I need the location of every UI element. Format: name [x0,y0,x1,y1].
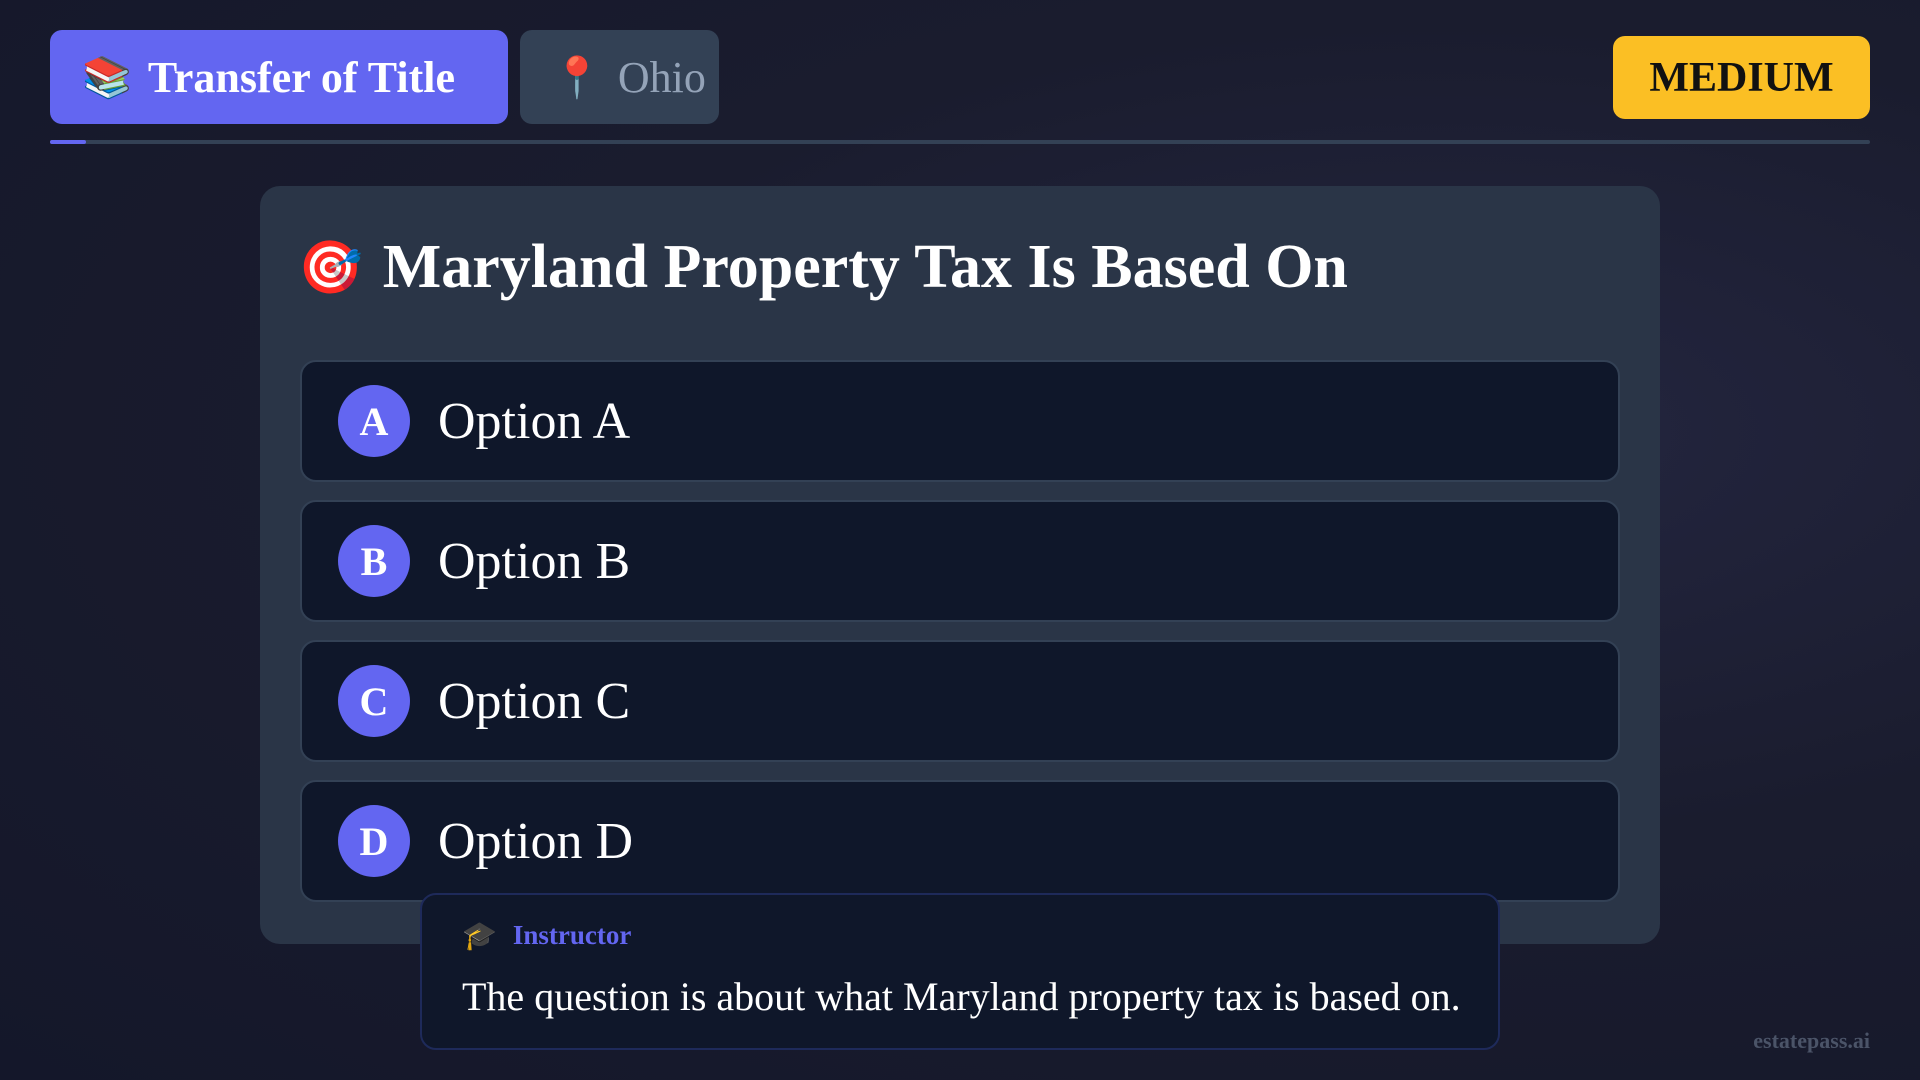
option-letter-badge: C [338,665,410,737]
option-text: Option B [438,532,631,590]
instructor-panel: 🎓 Instructor The question is about what … [420,893,1500,1050]
graduation-cap-icon: 🎓 [462,919,497,952]
state-tag: 📍 Ohio [520,30,719,124]
difficulty-badge: MEDIUM [1613,36,1870,119]
state-label: Ohio [617,52,706,102]
option-text: Option D [438,812,633,870]
option-letter-badge: D [338,805,410,877]
option-d[interactable]: D Option D [300,780,1620,902]
option-text: Option C [438,672,631,730]
watermark: estatepass.ai [1753,1028,1870,1053]
option-letter-badge: B [338,525,410,597]
topic-label: Transfer of Title [147,52,455,102]
instructor-role: Instructor [512,920,632,950]
instructor-header: 🎓 Instructor [462,919,631,952]
instructor-message: The question is about what Maryland prop… [462,974,1461,1019]
topic-tag: 📚 Transfer of Title [50,30,508,124]
option-text: Option A [438,392,631,450]
progress-bar [50,140,1870,144]
question-card: 🎯 Maryland Property Tax Is Based On A Op… [260,186,1660,944]
books-icon: 📚 [82,54,132,101]
option-letter-badge: A [338,385,410,457]
pin-icon: 📍 [552,54,602,101]
option-c[interactable]: C Option C [300,640,1620,762]
option-a[interactable]: A Option A [300,360,1620,482]
option-b[interactable]: B Option B [300,500,1620,622]
question-title: 🎯 Maryland Property Tax Is Based On [298,232,1348,303]
progress-fill [50,140,87,144]
question-text: Maryland Property Tax Is Based On [382,233,1348,301]
target-icon: 🎯 [298,238,363,298]
